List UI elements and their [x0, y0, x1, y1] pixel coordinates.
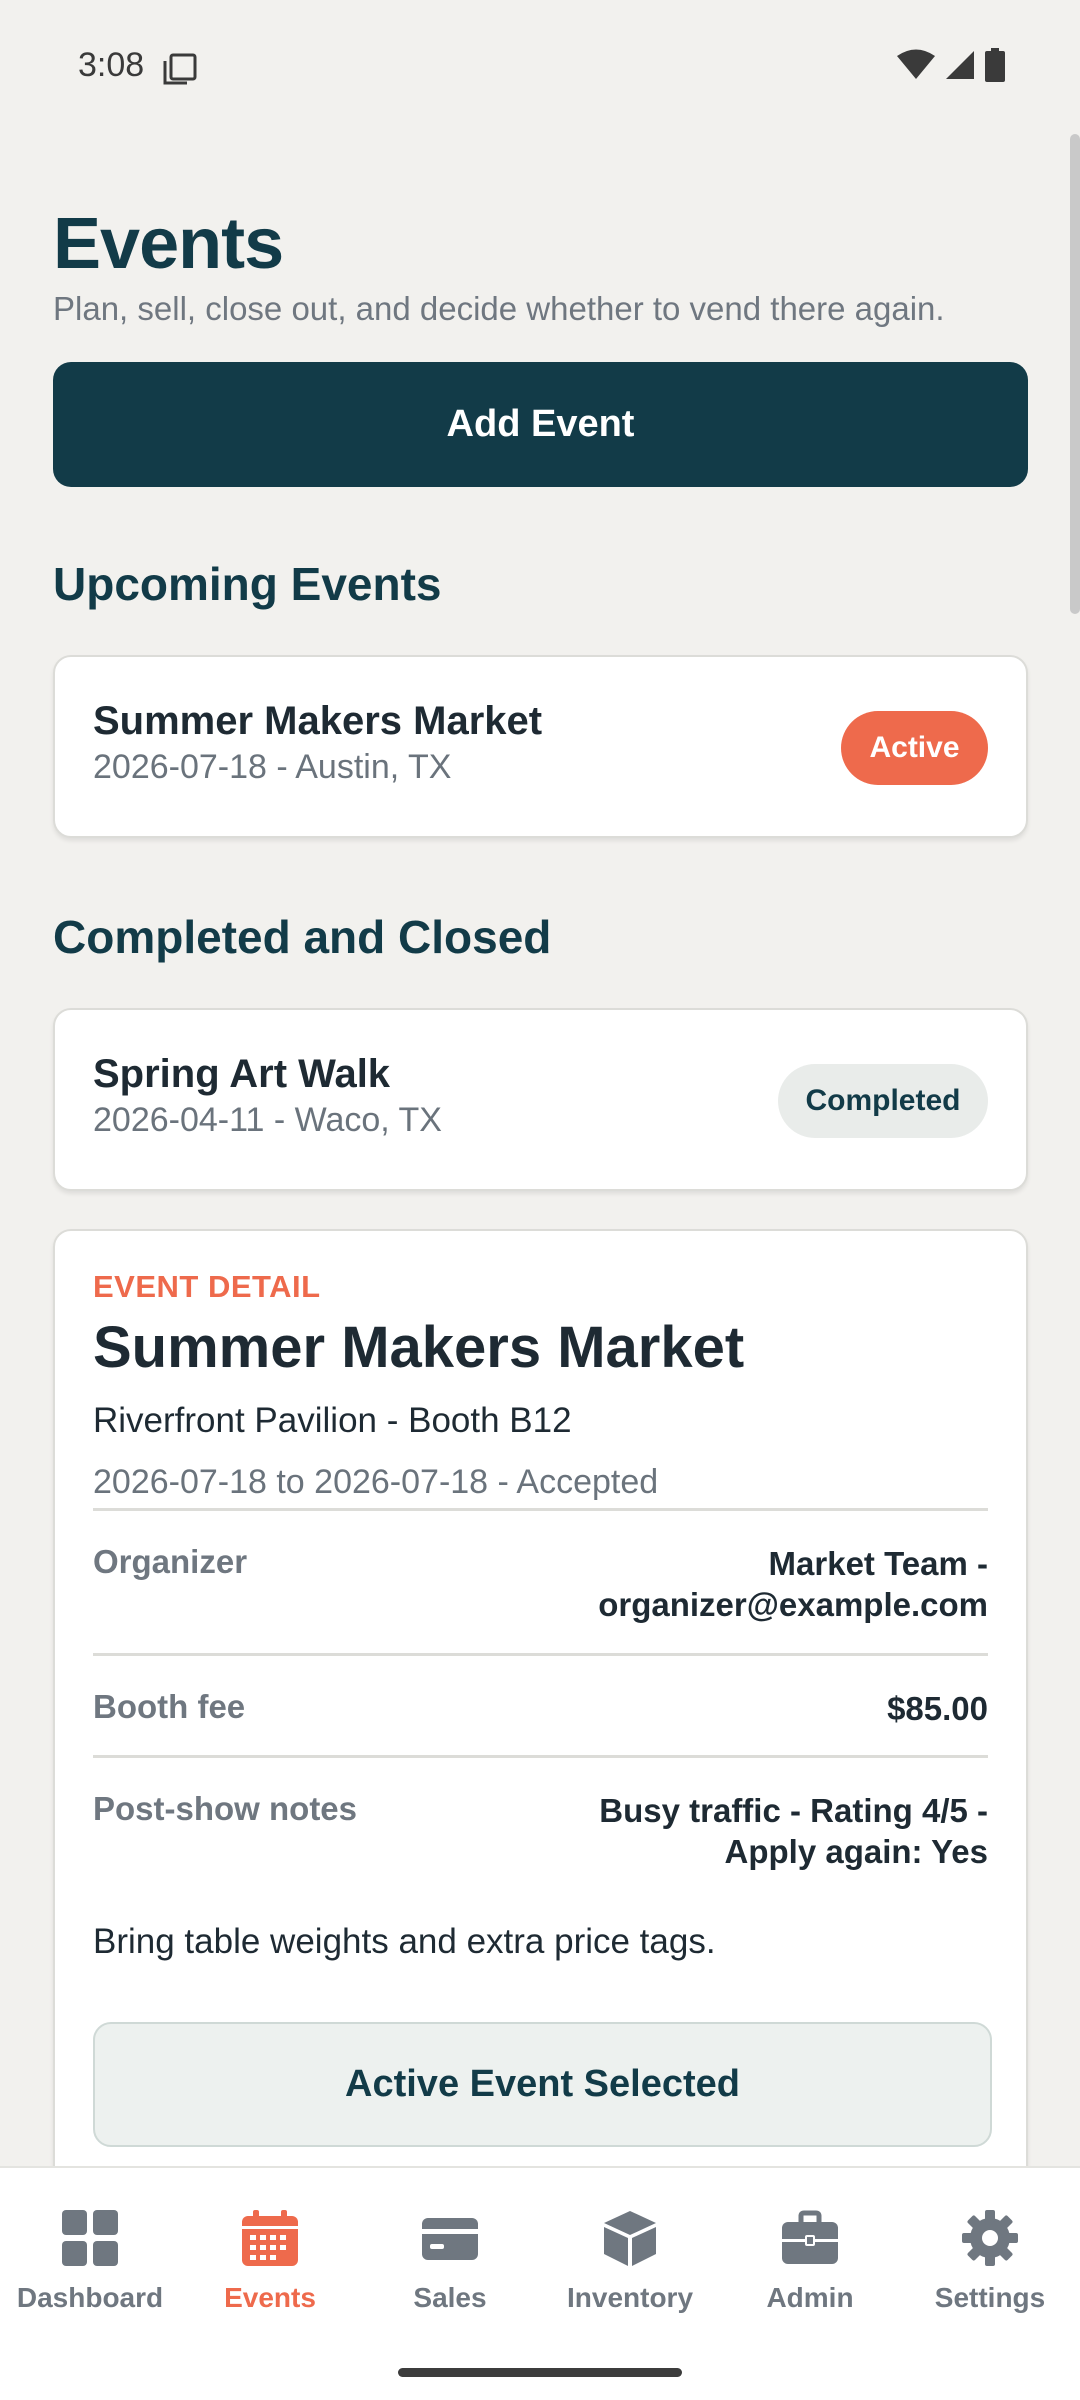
post-show-notes-row: Post-show notes Busy traffic - Rating 4/… [93, 1758, 988, 1872]
active-event-selected-button[interactable]: Active Event Selected [93, 2022, 992, 2147]
gear-icon [962, 2210, 1018, 2266]
organizer-label: Organizer [93, 1543, 248, 1580]
booth-fee-row: Booth fee $85.00 [93, 1656, 988, 1758]
event-detail-card: EVENT DETAIL Summer Makers Market Riverf… [53, 1229, 1028, 2189]
detail-title: Summer Makers Market [93, 1315, 745, 1380]
nav-label-sales: Sales [413, 2282, 487, 2313]
status-time: 3:08 [78, 46, 145, 84]
nav-label-admin: Admin [766, 2282, 854, 2313]
calendar-icon [242, 2210, 298, 2266]
dashboard-icon [62, 2210, 118, 2266]
post-show-notes-label: Post-show notes [93, 1790, 358, 1827]
box-icon [604, 2211, 656, 2266]
nav-label-dashboard: Dashboard [16, 2282, 164, 2313]
organizer-value: Market Team - organizer@example.com [598, 1543, 988, 1625]
add-event-button[interactable]: Add Event [53, 362, 1028, 487]
booth-fee-label: Booth fee [93, 1688, 246, 1725]
main-content: Events Plan, sell, close out, and decide… [53, 200, 1028, 2189]
battery-icon [985, 48, 1005, 82]
signal-icon [946, 51, 974, 79]
event-card-spring-art-walk[interactable]: Spring Art Walk 2026-04-11 - Waco, TX Co… [53, 1008, 1028, 1191]
nav-item-events[interactable]: Events [180, 2168, 360, 2328]
detail-venue: Riverfront Pavilion - Booth B12 [93, 1401, 572, 1440]
nav-label-settings: Settings [934, 2282, 1046, 2313]
bottom-nav: Dashboard Events Sales Inventory Admin S… [0, 2166, 1080, 2400]
nav-label-inventory: Inventory [566, 2282, 694, 2313]
nav-item-admin[interactable]: Admin [720, 2168, 900, 2328]
nav-item-settings[interactable]: Settings [900, 2168, 1080, 2328]
organizer-email: organizer@example.com [598, 1586, 988, 1623]
card-icon [422, 2218, 478, 2260]
status-bar: 3:08 [0, 0, 1080, 134]
nav-item-sales[interactable]: Sales [360, 2168, 540, 2328]
wifi-icon [897, 49, 935, 79]
status-badge-completed: Completed [778, 1064, 988, 1138]
status-icons [896, 48, 1006, 82]
upcoming-events-heading: Upcoming Events [53, 558, 442, 610]
notes-summary: Busy traffic - Rating 4/5 - [599, 1792, 988, 1829]
notes-apply-again: Apply again: Yes [724, 1833, 988, 1870]
detail-eyebrow: EVENT DETAIL [93, 1269, 321, 1304]
page-subtitle: Plan, sell, close out, and decide whethe… [53, 290, 945, 327]
screen-record-icon [163, 53, 197, 85]
organizer-row: Organizer Market Team - organizer@exampl… [93, 1511, 988, 1656]
event-card-summer-makers-market[interactable]: Summer Makers Market 2026-07-18 - Austin… [53, 655, 1028, 838]
post-show-notes-value: Busy traffic - Rating 4/5 - Apply again:… [599, 1790, 988, 1872]
nav-label-events: Events [224, 2282, 316, 2313]
completed-events-heading: Completed and Closed [53, 911, 552, 963]
scrollbar[interactable] [1070, 134, 1080, 614]
page-title: Events [53, 204, 284, 284]
organizer-name: Market Team - [768, 1545, 988, 1582]
detail-dates: 2026-07-18 to 2026-07-18 - Accepted [93, 1463, 988, 1511]
booth-fee-value: $85.00 [887, 1690, 988, 1727]
events-screen: 3:08 Events Plan, sell, close out, and d… [0, 0, 1080, 2400]
briefcase-icon [782, 2210, 838, 2264]
detail-note: Bring table weights and extra price tags… [93, 1922, 716, 1961]
nav-item-dashboard[interactable]: Dashboard [0, 2168, 180, 2328]
status-badge-active: Active [841, 711, 988, 785]
home-indicator[interactable] [398, 2368, 682, 2377]
nav-item-inventory[interactable]: Inventory [540, 2168, 720, 2328]
